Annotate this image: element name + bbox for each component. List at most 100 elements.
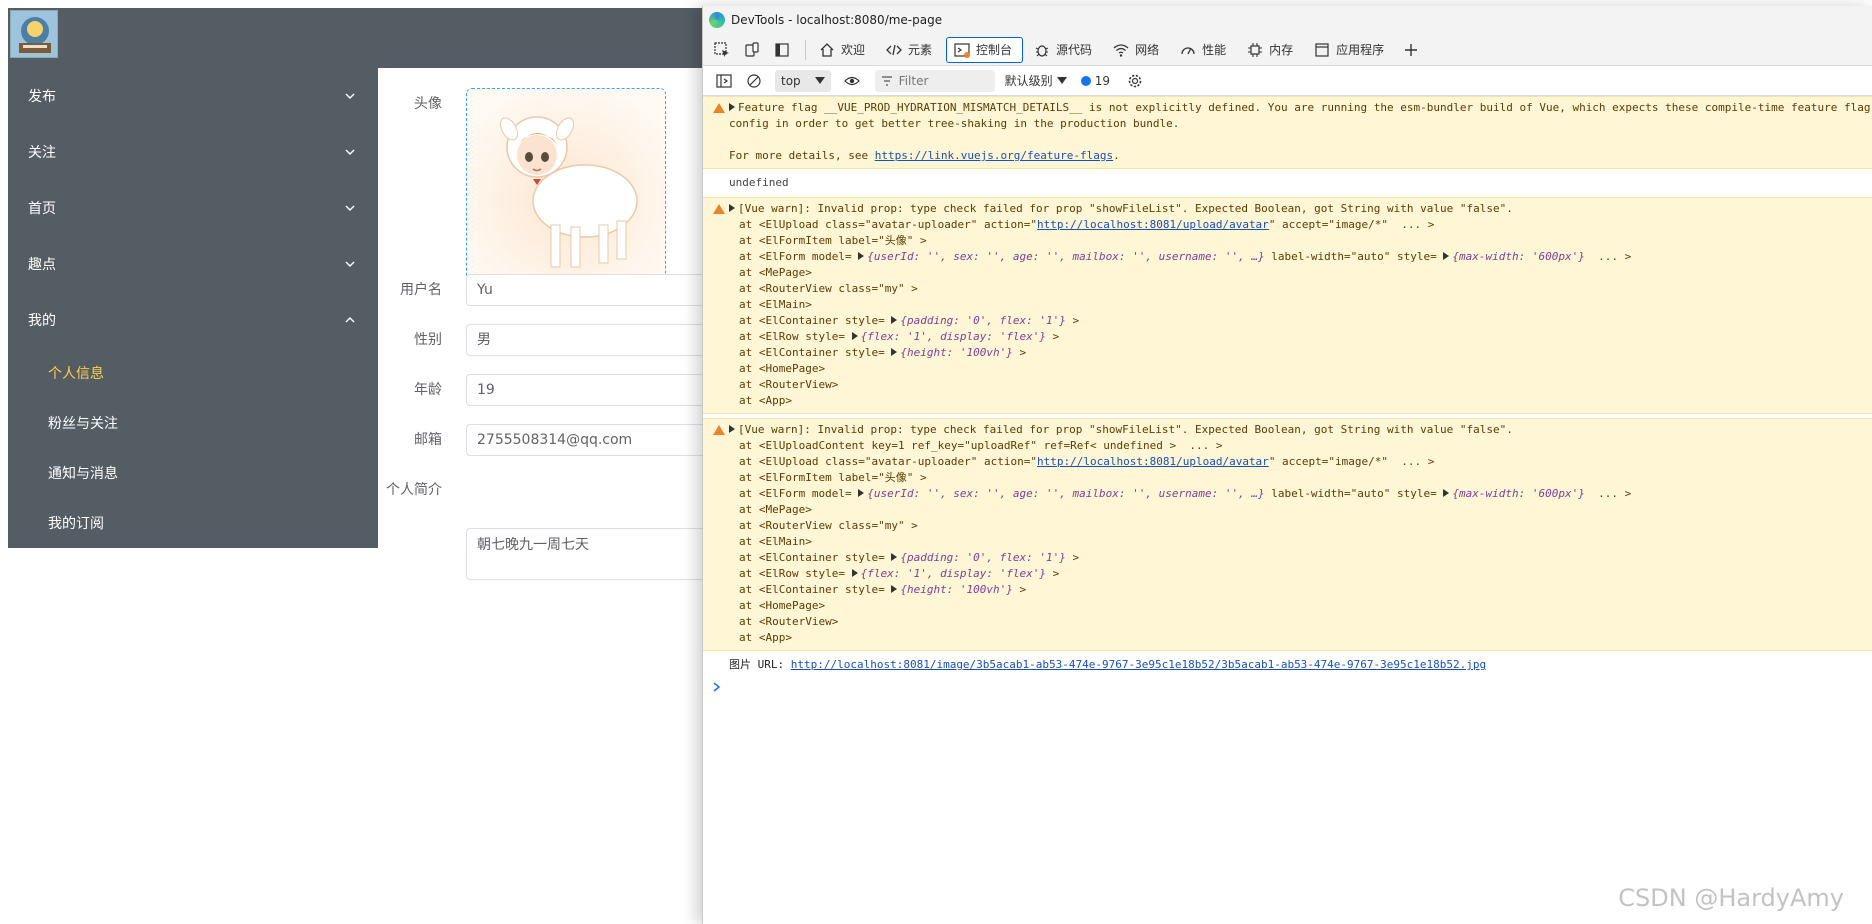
trace-text: label-width="auto" style= <box>1264 250 1444 263</box>
tab-console[interactable]: 控制台 <box>946 36 1024 63</box>
add-tab-icon[interactable] <box>1398 37 1424 63</box>
console-output: Feature flag __VUE_PROD_HYDRATION_MISMAT… <box>703 96 1872 699</box>
tab-performance[interactable]: 性能 <box>1173 37 1236 63</box>
trace-text: at <ElMain> <box>739 535 812 548</box>
warning-text: [Vue warn]: Invalid prop: type check fai… <box>738 423 1513 436</box>
menu-follow[interactable]: 关注 <box>8 124 378 180</box>
trace-text: > <box>1012 346 1027 359</box>
menu-home[interactable]: 首页 <box>8 180 378 236</box>
caret-down-icon <box>814 76 825 84</box>
trace-object[interactable]: {flex: '1', display: 'flex'} <box>861 567 1046 580</box>
tab-network[interactable]: 网络 <box>1106 37 1169 63</box>
trace-text: at <ElFormItem label="头像" > <box>739 234 927 247</box>
mail-input[interactable]: 2755508314@qq.com <box>466 424 708 456</box>
expand-triangle-icon[interactable] <box>858 252 865 260</box>
log-text: undefined <box>729 176 789 189</box>
trace-object[interactable]: {padding: '0', flex: '1'} <box>900 551 1066 564</box>
submenu-subscriptions[interactable]: 我的订阅 <box>8 498 378 548</box>
tab-welcome[interactable]: 欢迎 <box>812 37 875 63</box>
tab-memory[interactable]: 内存 <box>1240 37 1303 63</box>
expand-triangle-icon[interactable] <box>891 585 898 593</box>
warning-text: For more details, see <box>729 149 875 162</box>
trace-text: > <box>1065 551 1080 564</box>
sidebar-toggle-icon[interactable] <box>711 68 737 94</box>
expand-triangle-icon[interactable] <box>729 204 735 212</box>
dock-side-icon[interactable] <box>769 37 795 63</box>
expand-triangle-icon[interactable] <box>1443 252 1450 260</box>
expand-triangle-icon[interactable] <box>1443 489 1450 497</box>
expand-triangle-icon[interactable] <box>858 489 865 497</box>
console-log: undefined <box>703 169 1872 197</box>
menu-interest[interactable]: 趣点 <box>8 236 378 292</box>
trace-text: at <ElForm model= <box>739 250 859 263</box>
trace-object[interactable]: {userId: '', sex: '', age: '', mailbox: … <box>867 487 1264 500</box>
gauge-icon <box>1179 41 1197 59</box>
trace-object[interactable]: {userId: '', sex: '', age: '', mailbox: … <box>867 250 1264 263</box>
expand-triangle-icon[interactable] <box>891 316 898 324</box>
tab-sources[interactable]: 源代码 <box>1027 37 1102 63</box>
username-input[interactable]: Yu <box>466 274 708 306</box>
eye-icon[interactable] <box>839 68 865 94</box>
submenu-fans[interactable]: 粉丝与关注 <box>8 398 378 448</box>
menu-publish[interactable]: 发布 <box>8 68 378 124</box>
menu-mine[interactable]: 我的 <box>8 292 378 348</box>
tab-elements[interactable]: 元素 <box>879 37 942 63</box>
expand-triangle-icon[interactable] <box>851 332 858 340</box>
tab-application[interactable]: 应用程序 <box>1307 37 1394 63</box>
feature-flags-link[interactable]: https://link.vuejs.org/feature-flags <box>875 149 1113 162</box>
log-level-select[interactable]: 默认级别 <box>1005 72 1067 89</box>
device-emulation-icon[interactable] <box>739 37 765 63</box>
expand-triangle-icon[interactable] <box>891 348 898 356</box>
trace-object[interactable]: {height: '100vh'} <box>900 583 1013 596</box>
watermark: CSDN @HardyAmy <box>1618 884 1844 912</box>
console-log: 图片 URL: http://localhost:8081/image/3b5a… <box>703 651 1872 677</box>
gear-icon[interactable] <box>1122 68 1148 94</box>
trace-text: > <box>1046 330 1060 343</box>
image-url-link[interactable]: http://localhost:8081/image/3b5acab1-ab5… <box>791 658 1486 671</box>
trace-object[interactable]: {padding: '0', flex: '1'} <box>900 314 1066 327</box>
submenu-profile[interactable]: 个人信息 <box>8 348 378 398</box>
menu-label: 趣点 <box>28 257 56 273</box>
avatar-label: 头像 <box>414 96 442 112</box>
logo[interactable] <box>10 10 58 58</box>
form-row-bio: 个人简介 <box>378 474 708 506</box>
console-warning[interactable]: [Vue warn]: Invalid prop: type check fai… <box>703 418 1872 651</box>
trace-object[interactable]: {max-width: '600px'} <box>1452 487 1584 500</box>
bio-textarea[interactable]: 朝七晚九一周七天 <box>466 528 708 580</box>
trace-text: at <HomePage> <box>739 599 826 612</box>
wifi-icon <box>1112 41 1130 59</box>
expand-triangle-icon[interactable] <box>729 425 735 433</box>
console-prompt[interactable] <box>703 677 1872 699</box>
trace-text: at <RouterView class="my" > <box>739 519 918 532</box>
trace-object[interactable]: {flex: '1', display: 'flex'} <box>861 330 1046 343</box>
console-warning[interactable]: Feature flag __VUE_PROD_HYDRATION_MISMAT… <box>703 96 1872 169</box>
menu-label: 首页 <box>28 201 56 217</box>
upload-avatar-link[interactable]: http://localhost:8081/upload/avatar <box>1037 455 1269 468</box>
sidebar-menu: 发布 关注 首页 趣点 我的 个人信息 粉丝与关注 通知与消息 我的订阅 <box>8 68 378 548</box>
clear-console-icon[interactable] <box>741 68 767 94</box>
trace-text: > <box>1046 567 1060 580</box>
expand-triangle-icon[interactable] <box>729 103 735 111</box>
age-input[interactable]: 19 <box>466 374 708 406</box>
expand-triangle-icon[interactable] <box>851 569 858 577</box>
trace-text: at <App> <box>739 394 792 407</box>
submenu-notifications[interactable]: 通知与消息 <box>8 448 378 498</box>
sex-input[interactable]: 男 <box>466 324 708 356</box>
trace-object[interactable]: {max-width: '600px'} <box>1452 250 1584 263</box>
issues-counter[interactable]: 19 <box>1080 73 1110 88</box>
console-toolbar: top Filter 默认级别 19 <box>703 66 1872 96</box>
trace-object[interactable]: {height: '100vh'} <box>900 346 1013 359</box>
issues-count: 19 <box>1094 73 1110 88</box>
context-select[interactable]: top <box>775 69 831 92</box>
avatar-uploader[interactable] <box>466 88 666 288</box>
warning-icon <box>713 204 725 214</box>
inspect-icon[interactable] <box>709 37 735 63</box>
trace-text: > <box>1012 583 1027 596</box>
expand-triangle-icon[interactable] <box>891 553 898 561</box>
divider <box>805 39 806 60</box>
console-warning[interactable]: [Vue warn]: Invalid prop: type check fai… <box>703 197 1872 414</box>
issues-icon <box>1080 75 1091 86</box>
filter-input[interactable]: Filter <box>874 69 995 92</box>
trace-text: at <ElRow style= <box>739 567 852 580</box>
upload-avatar-link[interactable]: http://localhost:8081/upload/avatar <box>1037 218 1269 231</box>
